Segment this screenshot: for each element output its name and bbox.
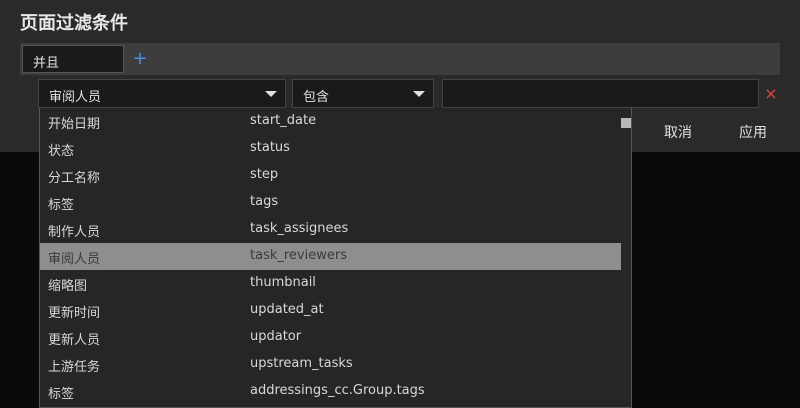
logic-bar: 并且 +: [20, 43, 780, 75]
dropdown-item-label: 制作人员: [48, 225, 101, 240]
operator-select-value: 包含: [303, 90, 330, 105]
dropdown-item-field: updator: [250, 329, 302, 344]
remove-condition-icon[interactable]: ×: [764, 84, 778, 104]
dropdown-item[interactable]: 更新时间 updated_at: [40, 297, 622, 324]
dropdown-item-label: 状态: [48, 144, 75, 159]
dropdown-item-field: step: [250, 167, 279, 182]
dropdown-item-label: 标签: [48, 387, 75, 402]
add-condition-icon[interactable]: +: [132, 47, 148, 71]
dropdown-item-field: tags: [250, 194, 279, 209]
dropdown-item-field: task_assignees: [250, 221, 349, 236]
dropdown-item[interactable]: 标签 tags: [40, 189, 622, 216]
field-select[interactable]: 审阅人员: [38, 79, 286, 108]
scrollbar-thumb[interactable]: [621, 118, 631, 128]
dropdown-item-label: 更新人员: [48, 333, 101, 348]
dropdown-item-field: upstream_tasks: [250, 356, 353, 371]
caret-down-icon: [413, 91, 425, 97]
dropdown-item-label: 标签: [48, 198, 75, 213]
dropdown-item-field: task_reviewers: [250, 248, 347, 263]
apply-button[interactable]: 应用: [739, 122, 767, 142]
operator-select[interactable]: 包含: [292, 79, 434, 108]
dropdown-item[interactable]: 分工名称 step: [40, 162, 622, 189]
dropdown-item[interactable]: 审阅人员 task_reviewers: [40, 243, 622, 270]
dropdown-item[interactable]: 缩略图 thumbnail: [40, 270, 622, 297]
dropdown-item-field: addressings_cc.Group.tags: [250, 383, 425, 398]
dropdown-scrollbar[interactable]: [621, 108, 631, 407]
dropdown-item[interactable]: 制作人员 task_assignees: [40, 216, 622, 243]
dropdown-item-field: start_date: [250, 113, 317, 128]
dropdown-item[interactable]: 更新人员 updator: [40, 324, 622, 351]
page-title: 页面过滤条件: [20, 13, 128, 34]
dropdown-items: 开始日期 start_date 状态 status 分工名称 step 标签 tags 制作人员…: [40, 108, 631, 405]
dropdown-item-label: 分工名称: [48, 171, 101, 186]
dropdown-item-label: 更新时间: [48, 306, 101, 321]
dropdown-item-label: 开始日期: [48, 117, 101, 132]
dropdown-item-label: 审阅人员: [48, 252, 101, 267]
dropdown-item[interactable]: 标签 addressings_cc.Group.tags: [40, 378, 622, 405]
caret-down-icon: [265, 91, 277, 97]
dropdown-item[interactable]: 开始日期 start_date: [40, 108, 622, 135]
dropdown-item-field: status: [250, 140, 290, 155]
logic-operator-select[interactable]: 并且: [22, 45, 124, 73]
condition-value-input[interactable]: [442, 79, 759, 108]
field-dropdown-list: 开始日期 start_date 状态 status 分工名称 step 标签 tags 制作人员…: [39, 108, 632, 408]
cancel-button[interactable]: 取消: [664, 122, 692, 142]
dropdown-item-label: 上游任务: [48, 360, 101, 375]
dropdown-item-field: thumbnail: [250, 275, 316, 290]
field-select-value: 审阅人员: [49, 90, 102, 105]
dropdown-item[interactable]: 状态 status: [40, 135, 622, 162]
dropdown-item-field: updated_at: [250, 302, 324, 317]
dropdown-item[interactable]: 上游任务 upstream_tasks: [40, 351, 622, 378]
dropdown-item-label: 缩略图: [48, 279, 88, 294]
